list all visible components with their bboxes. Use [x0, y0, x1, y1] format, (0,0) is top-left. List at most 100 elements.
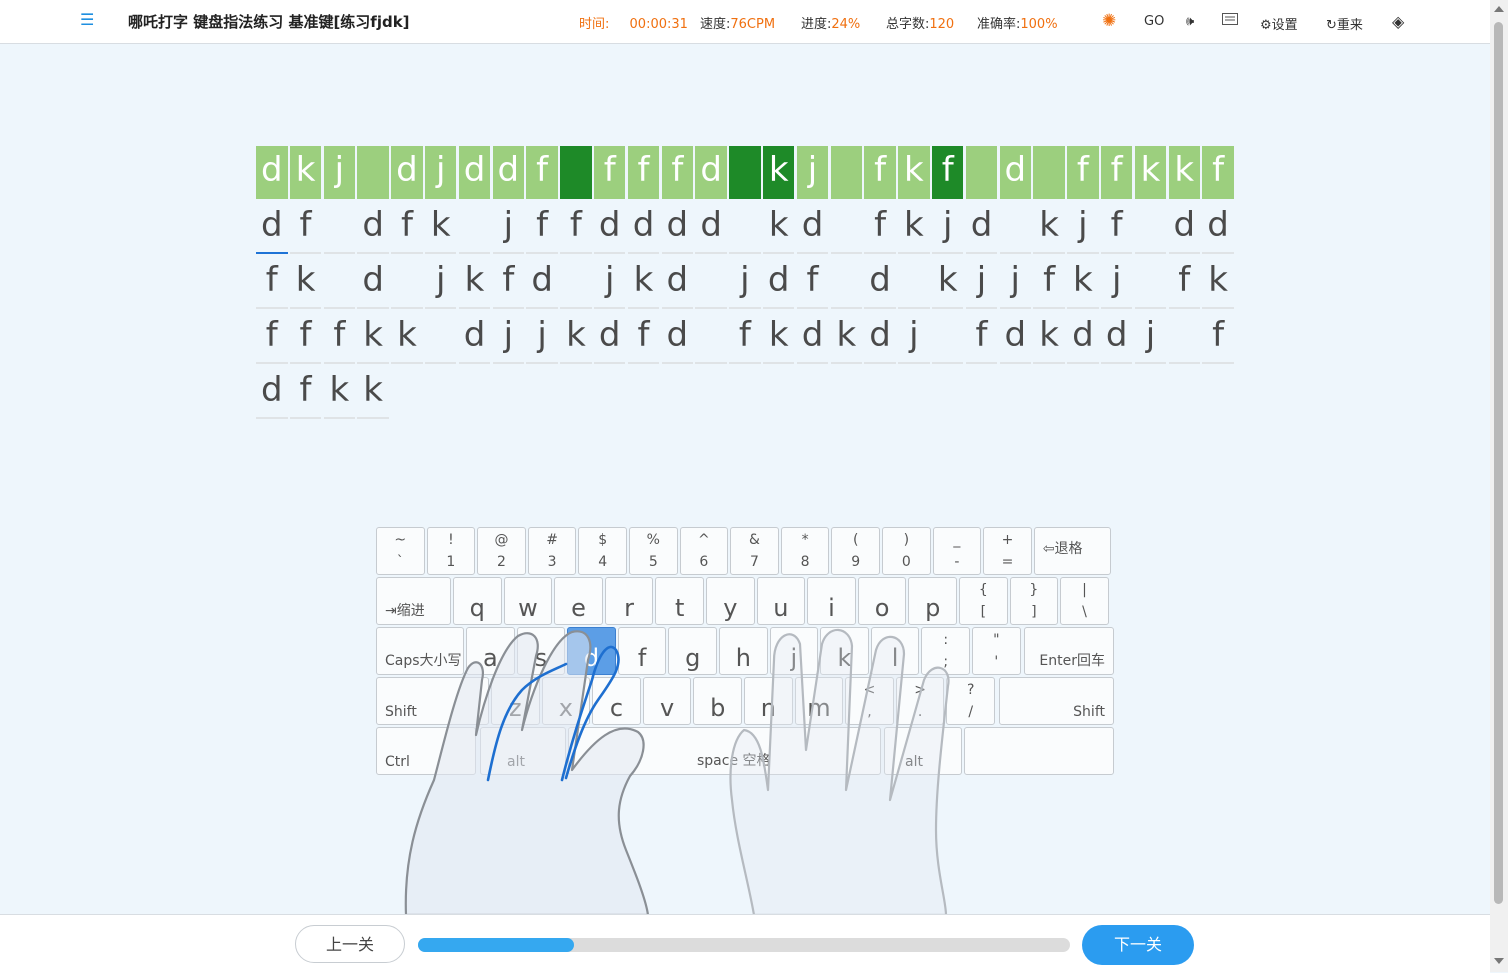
- key-7[interactable]: & 7: [730, 527, 779, 575]
- key-backspace[interactable]: ⇦退格: [1033, 527, 1111, 575]
- key-sym[interactable]: :;: [921, 627, 970, 675]
- skin-icon[interactable]: ◈: [1392, 12, 1404, 31]
- input-char: f: [560, 201, 592, 254]
- target-char: d: [492, 146, 525, 199]
- key-=[interactable]: + =: [983, 527, 1032, 575]
- key-i[interactable]: i: [807, 577, 856, 625]
- scroll-down-icon[interactable]: [1494, 958, 1504, 964]
- key-x[interactable]: x: [541, 677, 591, 725]
- input-char: j: [492, 311, 525, 364]
- key-sym[interactable]: }]: [1009, 577, 1059, 625]
- scroll-up-icon[interactable]: [1494, 6, 1504, 12]
- key-tab[interactable]: ⇥缩进: [376, 577, 451, 625]
- key-m[interactable]: m: [794, 677, 844, 725]
- key-9[interactable]: (9: [831, 527, 880, 575]
- input-char: d: [526, 256, 558, 309]
- key-a[interactable]: a: [466, 627, 515, 675]
- prev-level-button[interactable]: 上一关: [295, 925, 405, 963]
- input-char: d: [999, 311, 1032, 364]
- key-u[interactable]: u: [756, 577, 806, 625]
- go-button[interactable]: GO: [1144, 14, 1164, 29]
- key-w[interactable]: w: [503, 577, 553, 625]
- input-char: k: [323, 366, 356, 419]
- target-char: d: [458, 146, 491, 199]
- key-n[interactable]: n: [744, 677, 793, 725]
- input-char: k: [762, 311, 795, 364]
- target-char: d: [391, 146, 423, 199]
- key-sym[interactable]: " ': [972, 627, 1021, 675]
- key-v[interactable]: v: [642, 677, 692, 725]
- key-2[interactable]: @2: [477, 527, 526, 575]
- menu-icon[interactable]: ☰: [80, 12, 96, 28]
- input-char: [1134, 201, 1167, 254]
- input-char: k: [762, 201, 795, 254]
- input-char: f: [256, 256, 288, 309]
- key-y[interactable]: y: [706, 577, 755, 625]
- scrollbar[interactable]: [1490, 0, 1508, 972]
- sound-icon[interactable]: 🕪: [1186, 14, 1194, 29]
- stat-time: 时间: 00:00:31: [579, 17, 688, 32]
- input-char: d: [762, 256, 795, 309]
- settings-button[interactable]: ⚙设置: [1260, 14, 1298, 33]
- key-h[interactable]: h: [719, 627, 768, 675]
- key-s[interactable]: s: [516, 627, 566, 675]
- key-alt-left[interactable]: alt: [480, 727, 566, 775]
- scrollbar-thumb[interactable]: [1494, 22, 1503, 904]
- key-k[interactable]: k: [820, 627, 869, 675]
- restart-button[interactable]: ↻重来: [1326, 14, 1363, 33]
- input-char: j: [729, 256, 761, 309]
- key-p[interactable]: p: [908, 577, 957, 625]
- input-char: f: [256, 311, 288, 364]
- key-o[interactable]: o: [857, 577, 907, 625]
- key-shift-left[interactable]: Shift: [376, 677, 489, 725]
- key-sym[interactable]: ? /: [946, 677, 995, 725]
- mascot-icon[interactable]: ✺: [1102, 11, 1116, 31]
- key-alt-right[interactable]: alt: [884, 727, 962, 775]
- key-8[interactable]: * 8: [780, 527, 830, 575]
- key-shift-right[interactable]: Shift: [999, 677, 1114, 725]
- input-char: d: [627, 201, 660, 254]
- key-space[interactable]: space 空格: [568, 727, 881, 775]
- target-char: [1033, 146, 1065, 199]
- input-char: f: [1033, 256, 1065, 309]
- key-g[interactable]: g: [668, 627, 717, 675]
- key-6[interactable]: ^ 6: [679, 527, 729, 575]
- key-enter[interactable]: Enter回车: [1024, 627, 1114, 675]
- key-5[interactable]: % 5: [629, 527, 678, 575]
- key-t[interactable]: t: [655, 577, 704, 625]
- key-blank[interactable]: [964, 727, 1114, 775]
- key-q[interactable]: q: [453, 577, 502, 625]
- key-sym[interactable]: <,: [845, 677, 894, 725]
- key-sym[interactable]: | \: [1060, 577, 1109, 625]
- input-char: [424, 311, 457, 364]
- input-char: k: [289, 256, 322, 309]
- key-b[interactable]: b: [693, 677, 742, 725]
- key-1[interactable]: ! 1: [426, 527, 476, 575]
- input-char: d: [661, 201, 694, 254]
- key-4[interactable]: $4: [578, 527, 627, 575]
- level-progress-fill: [418, 938, 575, 952]
- input-char: d: [458, 311, 491, 364]
- practice-text-area: dkj djddf fffd kj fkf d ffkkf df dfk jff…: [256, 146, 1236, 421]
- keyboard-icon[interactable]: [1222, 13, 1238, 29]
- input-char: j: [593, 256, 626, 309]
- key-3[interactable]: #3: [527, 527, 577, 575]
- key-`[interactable]: ~ `: [376, 527, 425, 575]
- key-z[interactable]: z: [491, 677, 540, 725]
- input-char: f: [1202, 311, 1234, 364]
- key-0[interactable]: ) 0: [882, 527, 931, 575]
- key-d[interactable]: d: [567, 627, 616, 675]
- key-r[interactable]: r: [604, 577, 654, 625]
- next-level-button[interactable]: 下一关: [1082, 925, 1194, 965]
- key--[interactable]: _ -: [932, 527, 982, 575]
- input-row: fffkk djjkdfd fkdkdj fdkddj f: [256, 311, 1236, 366]
- key-j[interactable]: j: [769, 627, 819, 675]
- key-e[interactable]: e: [554, 577, 603, 625]
- key-f[interactable]: f: [617, 627, 667, 675]
- key-ctrl[interactable]: Ctrl: [376, 727, 476, 775]
- key-c[interactable]: c: [592, 677, 641, 725]
- key-sym[interactable]: >.: [895, 677, 945, 725]
- key-caps[interactable]: Caps大小写: [376, 627, 464, 675]
- key-l[interactable]: l: [870, 627, 920, 675]
- key-sym[interactable]: {[: [959, 577, 1008, 625]
